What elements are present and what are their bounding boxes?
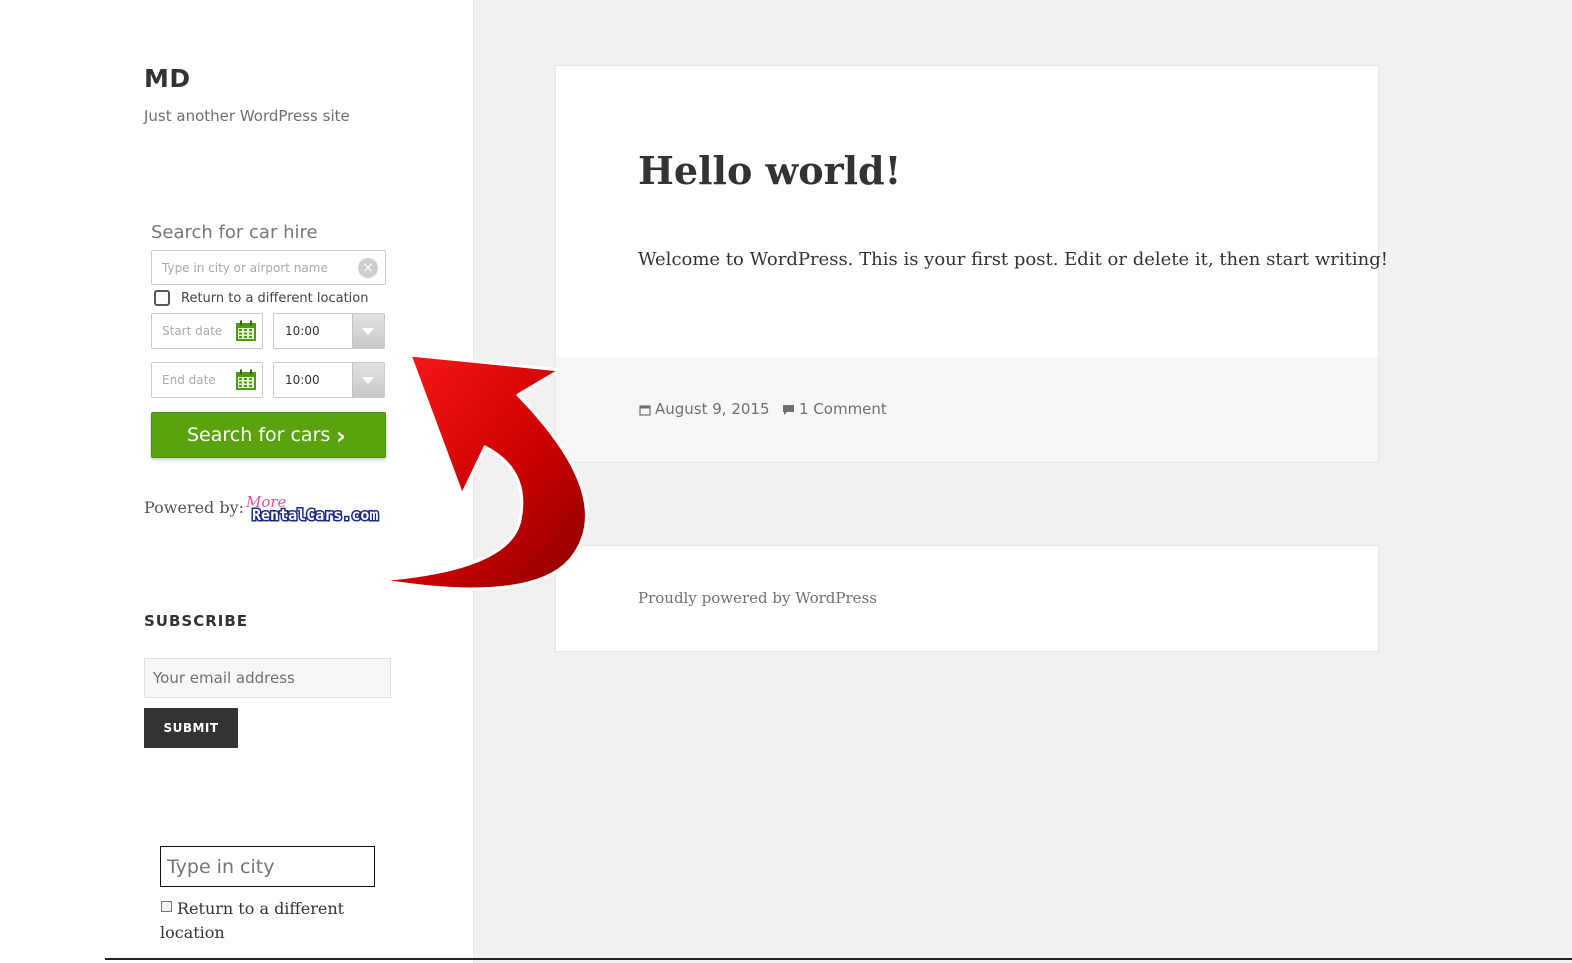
post-body: Welcome to WordPress. This is your first… xyxy=(638,249,1388,270)
return-different-checkbox-fallback[interactable] xyxy=(161,901,172,912)
post-comments-text: 1 Comment xyxy=(799,400,887,418)
search-cars-label: Search for cars xyxy=(187,424,331,446)
car-hire-title: Search for car hire xyxy=(151,222,318,243)
footer-credit[interactable]: Proudly powered by WordPress xyxy=(638,589,877,607)
return-different-label-fallback[interactable]: Return to a different location xyxy=(160,897,360,945)
end-time-select[interactable]: 10:00 xyxy=(273,362,385,398)
rentalcars-logo[interactable]: More RentalCars.com xyxy=(244,492,389,526)
chevron-down-icon[interactable] xyxy=(352,314,384,348)
powered-by-label: Powered by: xyxy=(144,498,245,517)
end-time-value: 10:00 xyxy=(285,373,320,387)
return-different-label[interactable]: Return to a different location xyxy=(181,291,368,306)
location-input[interactable] xyxy=(151,250,386,285)
search-cars-button[interactable]: Search for cars › xyxy=(151,412,386,458)
site-title[interactable]: MD xyxy=(144,64,191,93)
start-time-value: 10:00 xyxy=(285,324,320,338)
site-description: Just another WordPress site xyxy=(144,107,350,125)
logo-text: RentalCars.com xyxy=(252,506,378,524)
divider xyxy=(105,958,1572,960)
submit-button[interactable]: SUBMIT xyxy=(144,708,238,748)
annotation-arrow xyxy=(376,353,588,591)
post-date[interactable]: August 9, 2015 xyxy=(639,400,770,418)
start-date-field[interactable]: Start date xyxy=(151,313,263,349)
end-date-placeholder: End date xyxy=(162,373,216,387)
post-date-text: August 9, 2015 xyxy=(655,400,770,418)
end-date-field[interactable]: End date xyxy=(151,362,263,398)
calendar-icon[interactable] xyxy=(235,369,257,391)
post-comments-link[interactable]: 1 Comment xyxy=(782,400,887,418)
city-input-fallback[interactable] xyxy=(160,846,375,887)
clear-icon[interactable]: × xyxy=(358,258,378,278)
arrow-shape xyxy=(376,353,588,591)
comment-icon xyxy=(783,404,794,415)
start-date-placeholder: Start date xyxy=(162,324,223,338)
start-time-select[interactable]: 10:00 xyxy=(273,313,385,349)
email-field[interactable] xyxy=(144,658,391,698)
post-title[interactable]: Hello world! xyxy=(638,148,901,193)
calendar-icon xyxy=(639,404,651,416)
return-different-checkbox[interactable] xyxy=(154,290,170,306)
calendar-icon[interactable] xyxy=(235,320,257,342)
subscribe-title: SUBSCRIBE xyxy=(144,612,249,630)
chevron-right-icon: › xyxy=(336,422,346,450)
